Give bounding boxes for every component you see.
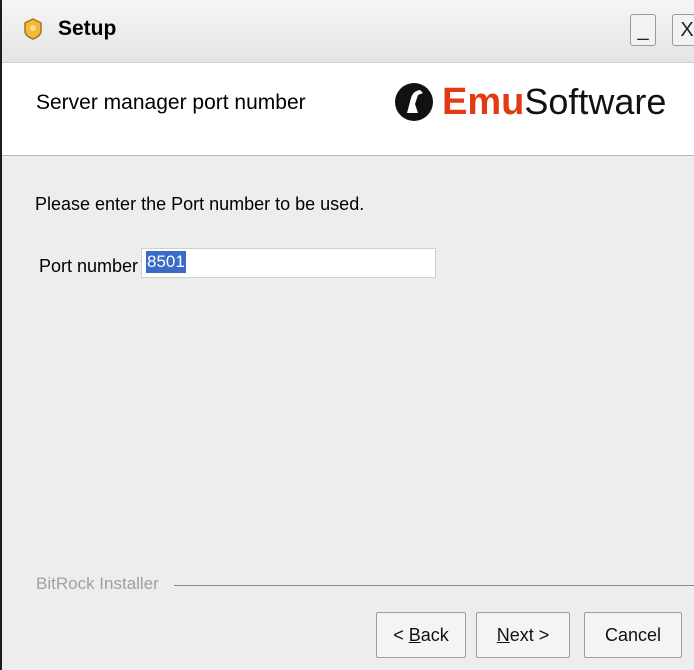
setup-window: Setup _ X Server manager port number Emu… [0,0,694,670]
next-rest: ext > [509,625,550,645]
emu-software-logo: Emu Software [394,77,666,127]
back-rest: ack [420,625,449,645]
emu-logo-icon [395,83,433,121]
back-mnemonic: B [408,625,421,645]
logo-text-software: Software [524,81,667,122]
port-number-value: 8501 [146,251,186,273]
instruction-text: Please enter the Port number to be used. [35,194,365,214]
cancel-button[interactable]: Cancel [584,612,682,658]
installer-branding: BitRock Installer [36,574,694,598]
logo-text-emu: Emu [442,80,525,123]
separator-line [174,585,694,586]
back-button[interactable]: < Back [376,612,466,658]
wizard-header: Server manager port number Emu Software [2,63,694,156]
installer-label: BitRock Installer [36,574,159,593]
port-number-input[interactable]: 8501 [141,248,436,278]
next-button[interactable]: Next > [476,612,570,658]
port-number-label: Port number [39,256,139,276]
window-title: Setup [58,17,117,40]
back-prefix: < [393,625,409,645]
title-bar[interactable]: Setup _ X [2,0,694,63]
close-button[interactable]: X [672,14,694,46]
minimize-button[interactable]: _ [630,14,656,46]
wizard-content: Please enter the Port number to be used.… [2,156,694,670]
setup-app-icon [24,18,42,40]
next-mnemonic: N [496,625,510,645]
page-title: Server manager port number [36,91,306,114]
